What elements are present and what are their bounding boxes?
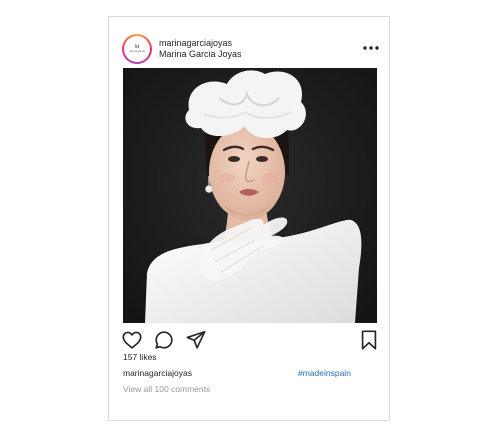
- avatar-logo: M marina garcia: [124, 36, 150, 62]
- post-actions-bar: [109, 329, 389, 353]
- post-header: M marina garcia marinagarciajoyas Marina…: [109, 17, 389, 67]
- view-all-comments-link[interactable]: View all 100 comments: [123, 384, 210, 395]
- caption-username[interactable]: marinagarciajoyas: [123, 368, 192, 379]
- more-dots-icon[interactable]: [362, 45, 380, 51]
- bookmark-icon[interactable]: [358, 329, 380, 351]
- post-username[interactable]: marinagarciajoyas: [159, 38, 232, 49]
- avatar-logo-text: marina garcia: [129, 50, 145, 53]
- caption-hashtag[interactable]: #madeinspain: [298, 368, 351, 379]
- comment-icon[interactable]: [153, 329, 175, 351]
- share-icon[interactable]: [185, 329, 207, 351]
- post-full-name: Marina Garcia Joyas: [159, 49, 242, 59]
- instagram-post-card: M marina garcia marinagarciajoyas Marina…: [108, 16, 390, 421]
- woman-portrait-photo: [123, 68, 377, 323]
- post-photo[interactable]: [123, 68, 377, 323]
- avatar[interactable]: M marina garcia: [122, 34, 152, 64]
- likes-count[interactable]: 157 likes: [123, 352, 157, 363]
- heart-icon[interactable]: [121, 329, 143, 351]
